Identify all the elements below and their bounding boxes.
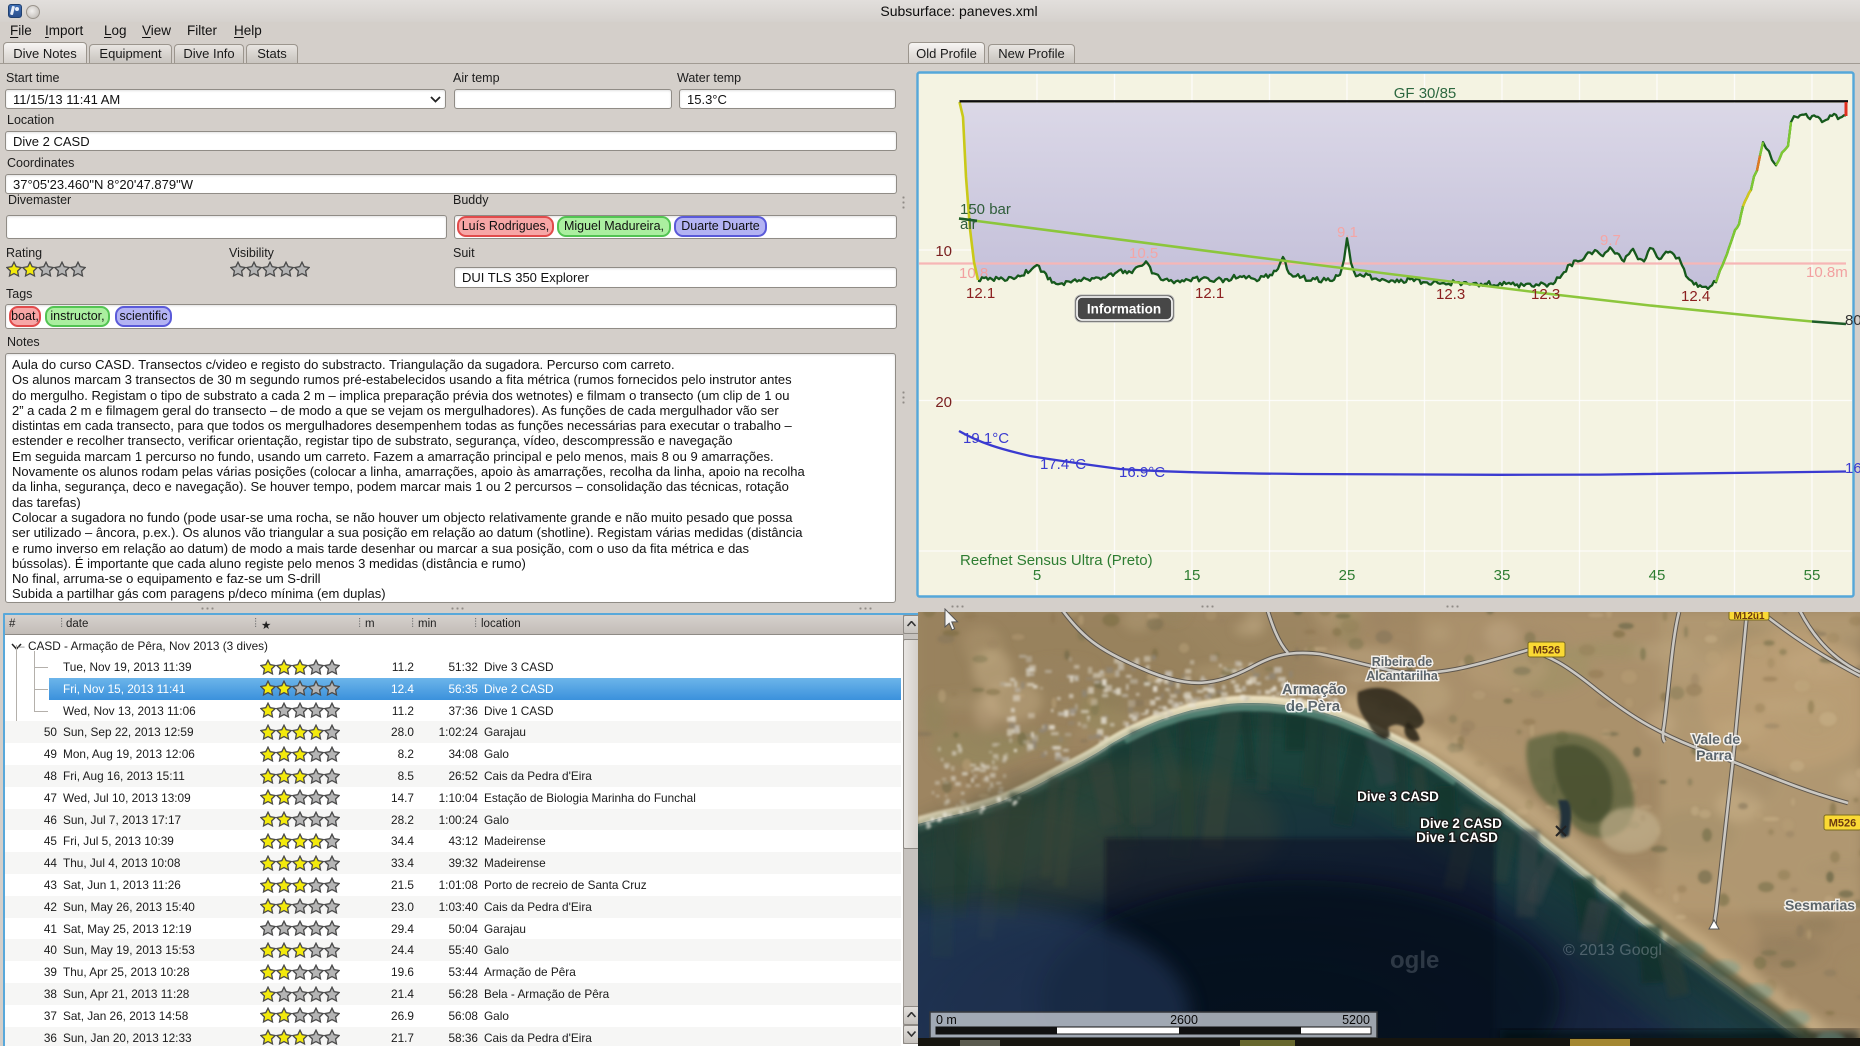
svg-text:Parra: Parra — [1696, 747, 1732, 763]
svg-text:2600: 2600 — [1170, 1013, 1198, 1027]
svg-text:© 2013 Googl: © 2013 Googl — [1563, 942, 1662, 959]
svg-text:M12ü1: M12ü1 — [1733, 612, 1765, 622]
svg-text:Alcantarilha: Alcantarilha — [1366, 669, 1439, 683]
svg-text:35: 35 — [1494, 567, 1511, 584]
svg-text:M526: M526 — [1829, 818, 1857, 830]
svg-text:10.8m: 10.8m — [1806, 264, 1848, 281]
svg-text:0 m: 0 m — [936, 1013, 957, 1027]
svg-text:Dive 1 CASD: Dive 1 CASD — [1416, 830, 1498, 845]
svg-text:45: 45 — [1649, 567, 1666, 584]
svg-text:M526: M526 — [1533, 645, 1561, 657]
svg-text:19.1°C: 19.1°C — [963, 430, 1009, 447]
svg-text:10: 10 — [935, 243, 952, 260]
svg-text:Vale de: Vale de — [1692, 731, 1740, 747]
svg-text:25: 25 — [1339, 567, 1356, 584]
svg-text:air: air — [960, 216, 977, 233]
svg-text:20: 20 — [935, 394, 952, 411]
svg-text:ogle: ogle — [1390, 947, 1439, 974]
svg-text:9.7: 9.7 — [1600, 232, 1621, 249]
svg-text:10.8: 10.8 — [959, 265, 988, 282]
svg-text:Dive 2 CASD: Dive 2 CASD — [1420, 816, 1502, 831]
svg-text:12.3: 12.3 — [1531, 286, 1560, 303]
svg-text:12.1: 12.1 — [966, 285, 995, 302]
svg-text:15: 15 — [1184, 567, 1201, 584]
svg-text:16.9°C: 16.9°C — [1119, 464, 1165, 481]
svg-text:GF 30/85: GF 30/85 — [1394, 85, 1457, 102]
svg-text:55: 55 — [1804, 567, 1821, 584]
svg-text:Reefnet Sensus Ultra (Preto): Reefnet Sensus Ultra (Preto) — [960, 552, 1153, 569]
svg-text:80: 80 — [1845, 312, 1860, 329]
svg-text:10.5: 10.5 — [1129, 245, 1158, 262]
svg-text:5200: 5200 — [1342, 1013, 1370, 1027]
svg-text:16: 16 — [1845, 460, 1860, 477]
svg-text:9.1: 9.1 — [1337, 224, 1358, 241]
svg-text:de Pèra: de Pèra — [1286, 698, 1341, 715]
svg-text:5: 5 — [1033, 567, 1041, 584]
svg-text:12.4: 12.4 — [1681, 288, 1710, 305]
svg-text:Armação: Armação — [1282, 681, 1346, 698]
svg-text:12.1: 12.1 — [1195, 285, 1224, 302]
svg-text:Dive 3 CASD: Dive 3 CASD — [1357, 789, 1439, 804]
svg-text:Information: Information — [1087, 302, 1161, 317]
svg-text:17.4°C: 17.4°C — [1040, 456, 1086, 473]
svg-text:Sesmarias: Sesmarias — [1785, 897, 1855, 913]
svg-text:12.3: 12.3 — [1436, 286, 1465, 303]
svg-text:Ribeira de: Ribeira de — [1372, 655, 1432, 669]
